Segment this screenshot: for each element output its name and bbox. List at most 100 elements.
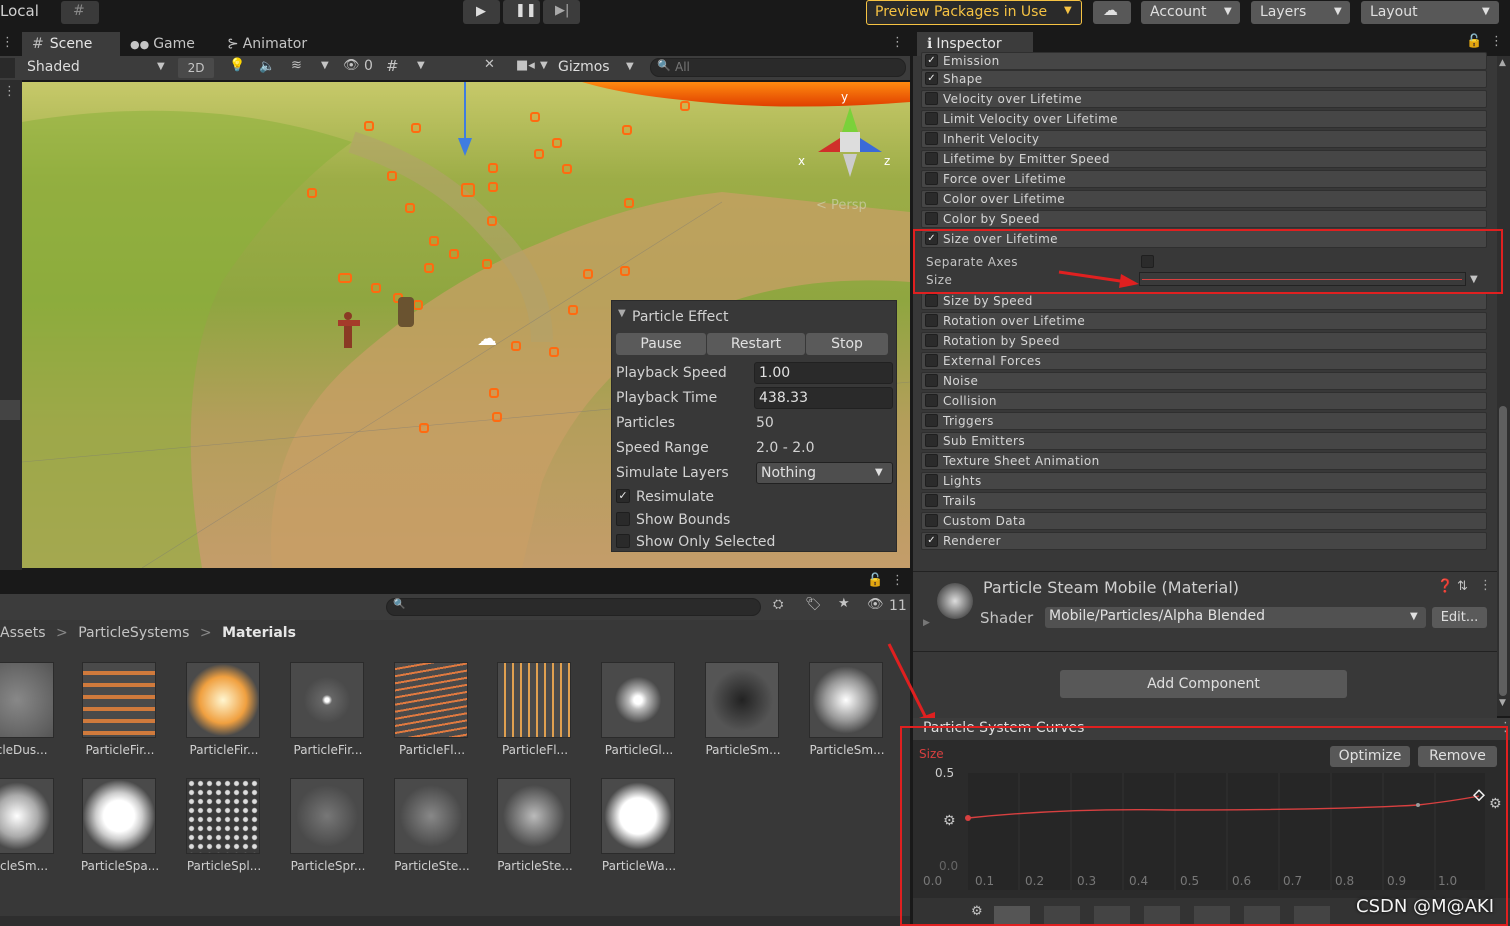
more-options-icon[interactable]: ⋮ xyxy=(891,35,904,50)
module-checkbox[interactable] xyxy=(925,172,938,185)
module-checkbox[interactable] xyxy=(925,294,938,307)
restart-button[interactable]: Restart xyxy=(707,333,805,355)
projection-label[interactable]: < Persp xyxy=(816,198,867,213)
asset-label[interactable]: ParticleFl... xyxy=(382,743,482,757)
asset-label[interactable]: ParticleSpr... xyxy=(278,859,378,873)
module-checkbox[interactable] xyxy=(925,394,938,407)
tab-game[interactable]: ●● Game xyxy=(120,32,210,56)
draw-mode-dropdown[interactable]: Shaded ▼ xyxy=(22,58,172,78)
inspector-scrollbar[interactable]: ▲ ▼ xyxy=(1497,56,1510,716)
asset-thumbnail[interactable] xyxy=(394,778,468,854)
local-label[interactable]: Local xyxy=(0,2,39,20)
filter-type-icon[interactable]: ⛭ xyxy=(773,597,783,612)
module-checkbox[interactable] xyxy=(925,112,938,125)
account-dropdown[interactable]: Account ▼ xyxy=(1141,1,1240,24)
module-inherit-velocity[interactable]: Inherit Velocity xyxy=(921,130,1487,148)
asset-thumbnail[interactable] xyxy=(186,662,260,738)
module-checkbox[interactable]: ✓ xyxy=(925,54,938,67)
scroll-handle[interactable] xyxy=(0,400,20,420)
step-button[interactable]: ▶| xyxy=(543,0,580,24)
module-size-by-speed[interactable]: Size by Speed xyxy=(921,292,1487,310)
module-external-forces[interactable]: External Forces xyxy=(921,352,1487,370)
breadcrumb-item[interactable]: Materials xyxy=(222,625,296,641)
module-collision[interactable]: Collision xyxy=(921,392,1487,410)
module-trails[interactable]: Trails xyxy=(921,492,1487,510)
module-rotation-over-lifetime[interactable]: Rotation over Lifetime xyxy=(921,312,1487,330)
orientation-gizmo[interactable]: y x z xyxy=(798,90,890,182)
module-color-over-lifetime[interactable]: Color over Lifetime xyxy=(921,190,1487,208)
module-emission[interactable]: ✓ Emission xyxy=(921,52,1487,70)
move-handle-y[interactable] xyxy=(464,82,466,142)
asset-label[interactable]: ParticleFir... xyxy=(70,743,170,757)
module-checkbox[interactable] xyxy=(925,354,938,367)
module-custom-data[interactable]: Custom Data xyxy=(921,512,1487,530)
asset-label[interactable]: ParticleSte... xyxy=(382,859,482,873)
asset-thumbnail[interactable] xyxy=(0,662,54,738)
asset-thumbnail[interactable] xyxy=(82,662,156,738)
more-options-icon[interactable]: ⋮ xyxy=(1479,578,1492,593)
preview-packages-button[interactable]: Preview Packages in Use ▼ xyxy=(866,0,1082,25)
module-checkbox[interactable] xyxy=(925,334,938,347)
pause-button[interactable]: ❚❚ xyxy=(503,0,540,24)
module-checkbox[interactable] xyxy=(925,494,938,507)
asset-thumbnail[interactable] xyxy=(290,778,364,854)
module-checkbox[interactable] xyxy=(925,314,938,327)
module-checkbox[interactable] xyxy=(925,92,938,105)
module-checkbox[interactable] xyxy=(925,374,938,387)
module-rotation-by-speed[interactable]: Rotation by Speed xyxy=(921,332,1487,350)
snap-button[interactable]: # xyxy=(61,1,99,24)
foldout-icon[interactable]: ▶ xyxy=(923,618,930,628)
module-sub-emitters[interactable]: Sub Emitters xyxy=(921,432,1487,450)
scroll-up-icon[interactable]: ▲ xyxy=(1499,58,1506,68)
module-limit-velocity[interactable]: Limit Velocity over Lifetime xyxy=(921,110,1487,128)
playback-time-field[interactable]: 438.33 xyxy=(754,387,893,409)
more-options-icon[interactable]: ⋮ xyxy=(891,573,904,588)
module-checkbox[interactable]: ✓ xyxy=(925,534,938,547)
panel-menu-icon[interactable]: ⋮ xyxy=(1,35,14,50)
asset-thumbnail[interactable] xyxy=(186,778,260,854)
asset-label[interactable]: ticleSm... xyxy=(0,859,70,873)
presets-icon[interactable]: ⇅ xyxy=(1457,579,1468,594)
asset-thumbnail[interactable] xyxy=(394,662,468,738)
hidden-packages-icon[interactable]: 👁 xyxy=(867,597,884,612)
module-checkbox[interactable] xyxy=(925,434,938,447)
module-lifetime-by-emitter-speed[interactable]: Lifetime by Emitter Speed xyxy=(921,150,1487,168)
play-button[interactable]: ▶ xyxy=(463,0,500,24)
stop-button[interactable]: Stop xyxy=(806,333,888,355)
module-lights[interactable]: Lights xyxy=(921,472,1487,490)
breadcrumb-item[interactable]: Assets xyxy=(0,625,46,641)
module-checkbox[interactable] xyxy=(925,514,938,527)
chevron-down-icon[interactable]: ▼ xyxy=(540,60,548,71)
asset-thumbnail[interactable] xyxy=(0,778,54,854)
audio-icon[interactable]: 🔈 xyxy=(259,59,275,74)
more-options-icon[interactable]: ⋮ xyxy=(1490,34,1503,49)
effects-icon[interactable]: ≋ xyxy=(291,58,302,73)
asset-thumbnail[interactable] xyxy=(290,662,364,738)
asset-thumbnail[interactable] xyxy=(497,778,571,854)
label-icon[interactable]: 🏷 xyxy=(805,597,822,612)
asset-label[interactable]: ParticleSpa... xyxy=(70,859,170,873)
module-checkbox[interactable] xyxy=(925,212,938,225)
lighting-icon[interactable]: 💡 xyxy=(229,58,245,73)
asset-label[interactable]: icleDus... xyxy=(0,743,70,757)
character-model[interactable] xyxy=(338,312,360,350)
asset-label[interactable]: ParticleWa... xyxy=(589,859,689,873)
project-search-input[interactable]: 🔍 xyxy=(386,598,761,616)
cloud-button[interactable]: ☁ xyxy=(1093,1,1131,24)
module-checkbox[interactable] xyxy=(925,132,938,145)
asset-thumbnail[interactable] xyxy=(809,662,883,738)
favorite-icon[interactable]: ★ xyxy=(838,596,850,611)
lock-icon[interactable]: 🔓 xyxy=(1466,34,1482,49)
asset-label[interactable]: ParticleGl... xyxy=(589,743,689,757)
asset-label[interactable]: ParticleFir... xyxy=(278,743,378,757)
module-checkbox[interactable] xyxy=(925,454,938,467)
tab-scene[interactable]: # Scene xyxy=(22,32,120,56)
asset-label[interactable]: ParticleSpl... xyxy=(174,859,274,873)
asset-thumbnail[interactable] xyxy=(82,778,156,854)
module-checkbox[interactable] xyxy=(925,152,938,165)
lock-icon[interactable]: 🔓 xyxy=(867,573,883,588)
scene-search-input[interactable]: 🔍 All xyxy=(650,58,906,77)
module-force-over-lifetime[interactable]: Force over Lifetime xyxy=(921,170,1487,188)
hidden-objects-icon[interactable]: 👁 xyxy=(343,58,360,73)
asset-thumbnail[interactable] xyxy=(601,778,675,854)
